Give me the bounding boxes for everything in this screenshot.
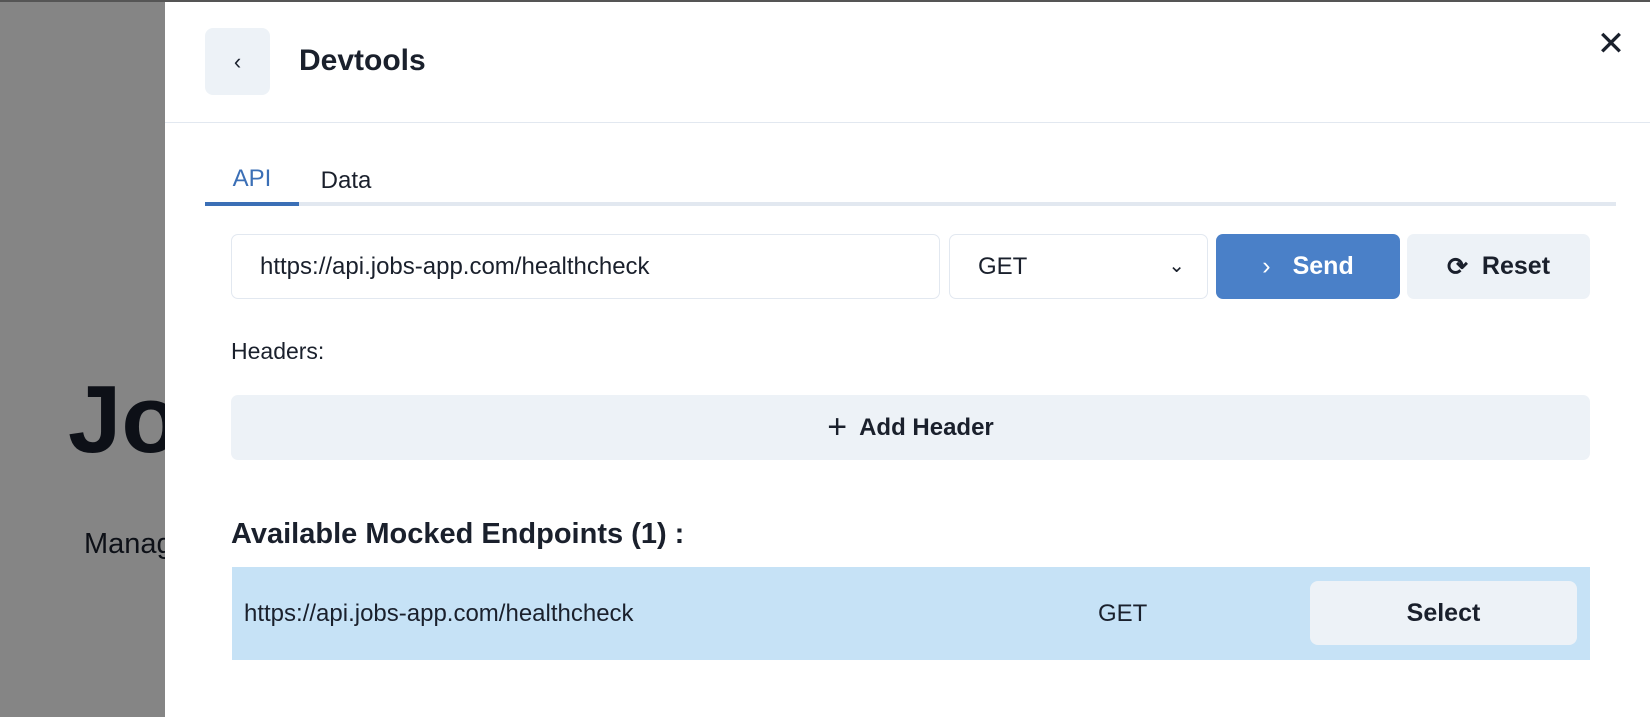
endpoints-heading: Available Mocked Endpoints (1) :: [231, 518, 685, 550]
close-icon: ✕: [1596, 25, 1626, 63]
tab-api[interactable]: API: [205, 156, 299, 206]
reset-label: Reset: [1481, 252, 1551, 280]
endpoint-row[interactable]: https://api.jobs-app.com/healthcheck GET…: [232, 567, 1590, 660]
close-button[interactable]: ✕: [1593, 26, 1629, 62]
send-label: Send: [1292, 252, 1354, 280]
tab-bar: API Data: [205, 152, 1616, 206]
plus-icon: +: [827, 408, 848, 446]
reset-button[interactable]: ⟳ Reset: [1407, 234, 1590, 299]
refresh-icon: ⟳: [1446, 252, 1468, 281]
select-endpoint-button[interactable]: Select: [1310, 581, 1577, 645]
headers-label: Headers:: [231, 338, 325, 364]
url-input[interactable]: [231, 234, 940, 299]
back-button[interactable]: ‹: [205, 28, 270, 95]
method-value: GET: [978, 252, 1028, 280]
add-header-button[interactable]: + Add Header: [231, 395, 1590, 460]
chevron-left-icon: ‹: [233, 48, 242, 74]
drawer-title: Devtools: [299, 44, 426, 77]
send-button[interactable]: › Send: [1216, 234, 1400, 299]
chevron-right-icon: ›: [1262, 252, 1271, 280]
add-header-label: Add Header: [859, 413, 994, 441]
endpoint-method: GET: [1098, 600, 1148, 627]
chevron-down-icon: ⌄: [1168, 255, 1185, 277]
endpoint-url: https://api.jobs-app.com/healthcheck: [244, 600, 634, 627]
tab-data[interactable]: Data: [299, 156, 393, 206]
header-divider: [165, 122, 1650, 123]
devtools-drawer: ‹ Devtools ✕ API Data GET ⌄ › Send ⟳ Res…: [165, 2, 1650, 717]
method-select[interactable]: GET ⌄: [949, 234, 1208, 299]
